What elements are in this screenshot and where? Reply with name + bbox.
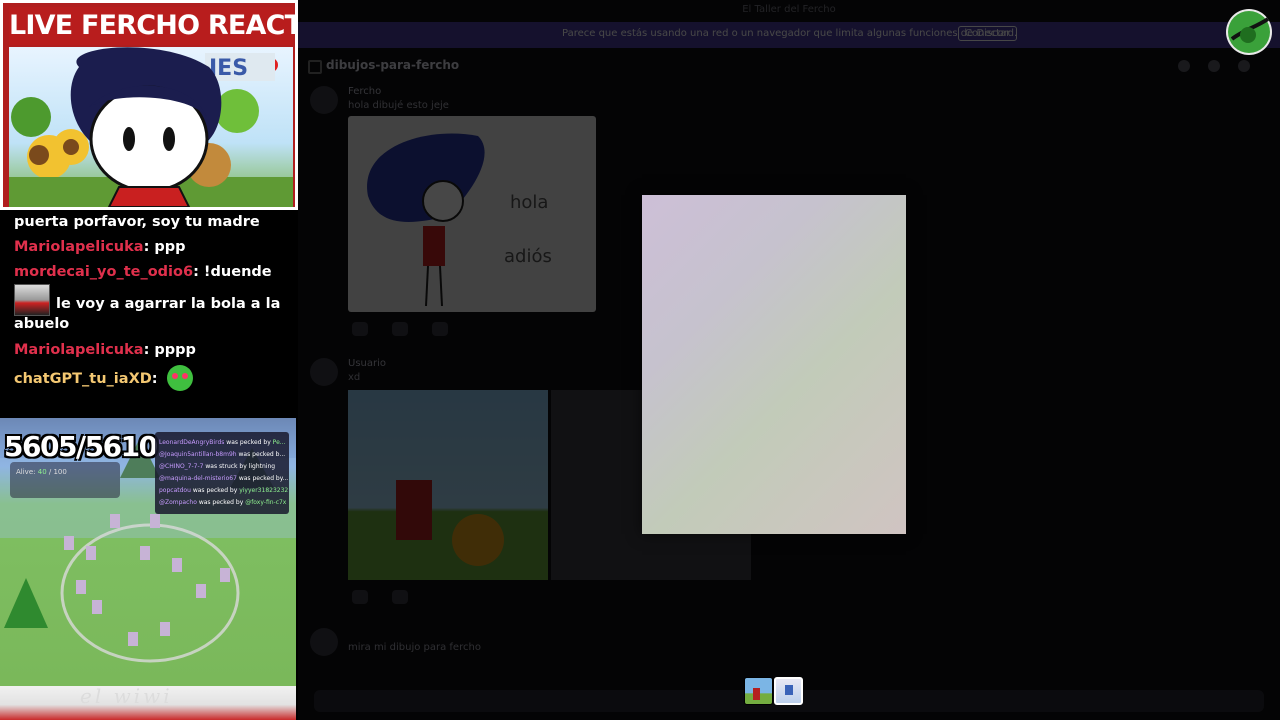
reaction-icon[interactable] [352, 590, 368, 604]
killfeed: LeonardDeAngryBirds was pecked by Pe... … [155, 432, 289, 514]
chat-line: chatGPT_tu_iaXD: [14, 365, 193, 392]
threads-icon[interactable] [1178, 60, 1190, 72]
chat-message: : [151, 371, 158, 387]
live-banner-art: IES [9, 47, 293, 207]
cartoon-character-illustration: IES [9, 47, 293, 207]
window-title: El Taller del Fercho [742, 4, 836, 15]
drawing-word: adiós [504, 246, 552, 267]
channel-logo-icon [1226, 9, 1272, 55]
viewer-thumbnail[interactable] [744, 677, 773, 705]
reaction-icon[interactable] [392, 322, 408, 336]
chat-message: puerta porfavor, soy tu madre [14, 214, 260, 230]
chat-message: : !duende [193, 264, 272, 280]
chat-line: Mariolapelicuka: ppp [14, 234, 186, 260]
avatar[interactable] [310, 628, 338, 656]
killfeed-item: @maquina-del-misterio67 was pecked by... [159, 475, 289, 482]
game-alive-status: Alive: 40 / 100 [16, 468, 67, 476]
viewer-thumbnail-selected[interactable] [774, 677, 803, 705]
avatar[interactable] [310, 86, 338, 114]
reaction-icon[interactable] [392, 590, 408, 604]
avatar[interactable] [310, 358, 338, 386]
viewer-image[interactable] [642, 195, 906, 534]
message-author[interactable]: Usuario [348, 358, 386, 369]
live-banner: LIVE FERCHO REACTION IES [0, 0, 356, 210]
message-image-attachment[interactable]: hola adiós [348, 116, 596, 312]
chat-username: Mariolapelicuka [14, 239, 144, 255]
alive-total: / 100 [48, 468, 67, 476]
drawing-word: hola [510, 192, 549, 213]
reaction-icon[interactable] [432, 322, 448, 336]
notice-bar: Parece que estás usando una red o un nav… [298, 22, 1280, 48]
message-text: hola dibujé esto jeje [348, 100, 449, 111]
message-text: xd [348, 372, 361, 383]
chat-line: mordecai_yo_te_odio6: !duende [14, 259, 272, 285]
game-viewport: 5605/5610 Alive: 40 / 100 LeonardDeAngry… [0, 418, 296, 686]
notice-text: Parece que estás usando una red o un nav… [562, 28, 1018, 39]
chat-username: chatGPT_tu_iaXD [14, 371, 152, 387]
stream-chat: puerta porfavor, soy tu madre Mariolapel… [0, 210, 298, 415]
chat-username: Mariolapelicuka [14, 342, 144, 358]
live-title: LIVE FERCHO REACTION [9, 7, 356, 45]
viewer-thumbnails [744, 677, 804, 705]
chat-message: : ppp [143, 239, 186, 255]
stream-overlay-column: LIVE FERCHO REACTION IES puerta porfavor… [0, 0, 356, 720]
chat-message: abuelo [14, 316, 70, 332]
channel-hash-icon [308, 60, 322, 74]
killfeed-item: @CHINO_7-7-7 was struck by lightning [159, 463, 276, 470]
killfeed-item: @Zompacho was pecked by @foxy-fin-c7x [159, 499, 287, 506]
drawing-illustration [367, 133, 485, 307]
chat-line: Mariolapelicuka: pppp [14, 337, 196, 363]
chat-message: : pppp [143, 342, 196, 358]
chat-line: puerta porfavor, soy tu madre [14, 209, 260, 235]
drawing-illustration [396, 480, 504, 566]
chat-message: le voy a agarrar la bola a la [56, 296, 281, 312]
thumbnail-figure [785, 685, 793, 695]
game-counter: 5605/5610 [4, 430, 158, 463]
thumbnail-figure [753, 688, 760, 700]
notice-button[interactable]: Conectar [958, 26, 1018, 41]
message-image-attachment[interactable] [348, 390, 548, 580]
pin-icon[interactable] [1238, 60, 1250, 72]
killfeed-item: @Joaquin5antillan-b8m9h was pecked b... [159, 451, 286, 458]
killfeed-item: LeonardDeAngryBirds was pecked by Pe... [159, 439, 286, 446]
killfeed-item: popcatdou was pecked by yiyyer31823232 [159, 487, 289, 494]
bell-icon[interactable] [1208, 60, 1220, 72]
alive-label: Alive: [16, 468, 36, 476]
logo-illustration [1228, 11, 1270, 53]
alive-value: 40 [37, 468, 47, 476]
bottom-banner: el wiwi [0, 686, 296, 720]
message-author[interactable]: Fercho [348, 86, 381, 97]
channel-name: dibujos-para-fercho [326, 58, 460, 72]
bottom-banner-text: el wiwi [80, 686, 173, 708]
reaction-icon[interactable] [352, 322, 368, 336]
chat-line: abuelo [14, 311, 69, 337]
heart-eyes-emote-icon [166, 365, 193, 391]
chat-username: mordecai_yo_te_odio6 [14, 264, 194, 280]
message-text: mira mi dibujo para fercho [348, 642, 481, 653]
